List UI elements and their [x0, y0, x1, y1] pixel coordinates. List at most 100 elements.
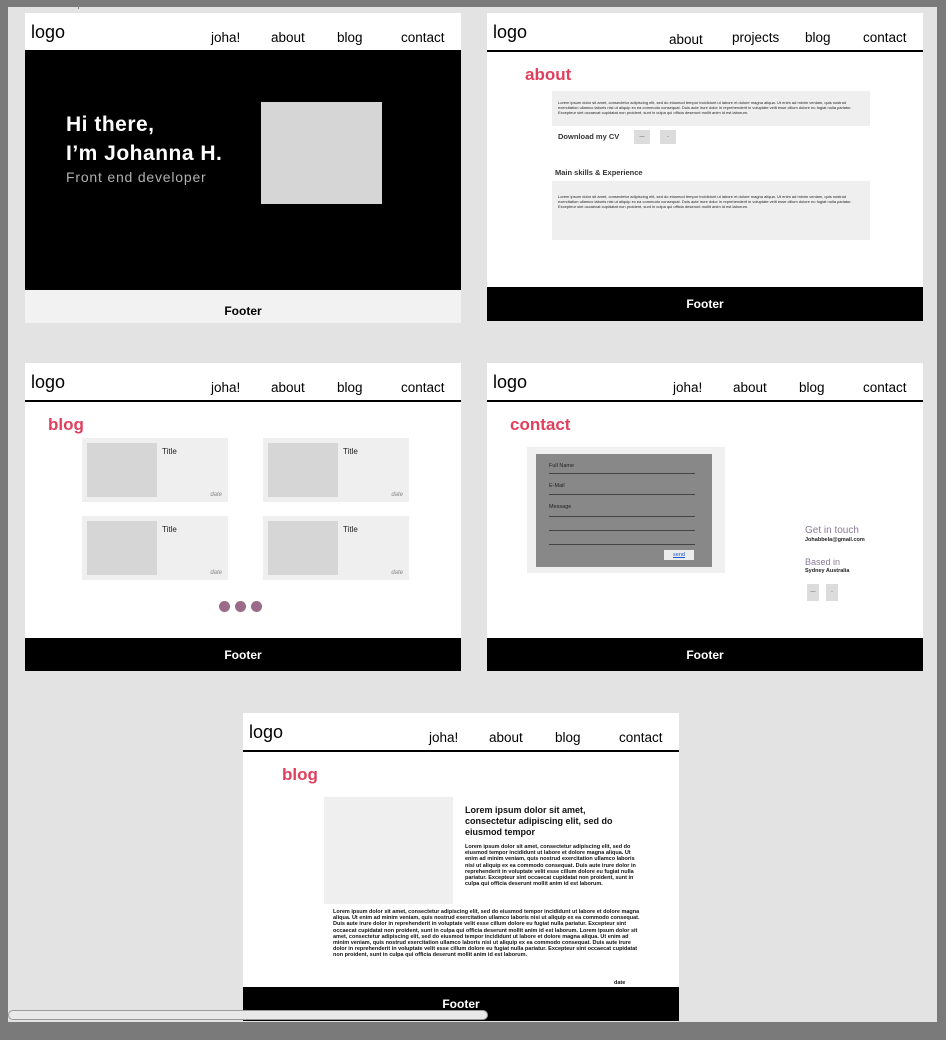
footer: Footer — [487, 287, 923, 321]
message-field-line-2[interactable] — [549, 530, 695, 531]
nav-blog[interactable]: blog — [337, 30, 363, 45]
logo[interactable]: logo — [31, 22, 65, 43]
card-title: Title — [343, 447, 358, 456]
post-headline: Lorem ipsum dolor sit amet, consectetur … — [465, 805, 613, 837]
get-in-touch-heading: Get in touch — [805, 525, 859, 536]
email-field[interactable] — [549, 494, 695, 495]
nav-contact[interactable]: contact — [863, 380, 907, 395]
hero-line-2: I’m Johanna H. — [66, 142, 223, 165]
footer-label: Footer — [442, 997, 480, 1011]
message-field-line-1[interactable] — [549, 516, 695, 517]
frame-contact: logo joha! about blog contact contact Fu… — [487, 363, 923, 671]
nav-projects[interactable]: projects — [732, 30, 779, 45]
nav-blog[interactable]: blog — [555, 730, 581, 745]
card-image — [87, 521, 157, 575]
nav-blog[interactable]: blog — [799, 380, 825, 395]
cv-button-2[interactable]: - — [660, 130, 676, 144]
footer-label: Footer — [224, 304, 262, 318]
nav-about[interactable]: about — [271, 380, 305, 395]
hero-line-1: Hi there, — [66, 113, 155, 136]
footer: Footer — [487, 638, 923, 671]
frame-blog-post: logo joha! about blog contact blog Lorem… — [243, 713, 679, 1021]
logo[interactable]: logo — [493, 22, 527, 43]
blog-card[interactable]: Title date — [263, 438, 409, 502]
nav-divider — [487, 400, 923, 402]
footer-label: Footer — [686, 648, 724, 662]
post-side-paragraph: Lorem ipsum dolor sit amet, consectetur … — [465, 844, 636, 888]
message-label: Message — [549, 504, 572, 510]
page-title: blog — [282, 765, 318, 784]
send-button[interactable]: send — [664, 550, 694, 560]
post-body-paragraph: Lorem ipsum dolor sit amet, consectetur … — [333, 909, 640, 959]
nav-blog[interactable]: blog — [805, 30, 831, 45]
horizontal-scrollbar[interactable] — [8, 1010, 488, 1020]
nav-about[interactable]: about — [733, 380, 767, 395]
page-title: blog — [48, 415, 84, 434]
frame-home: logo joha! about blog contact Hi there, … — [25, 13, 461, 323]
pagination-dot[interactable] — [251, 601, 262, 612]
nav-divider — [487, 50, 923, 52]
pagination-dot[interactable] — [219, 601, 230, 612]
blog-card[interactable]: Title date — [263, 516, 409, 580]
card-image — [268, 521, 338, 575]
nav-contact[interactable]: contact — [863, 30, 907, 45]
nav-joha[interactable]: joha! — [211, 30, 240, 45]
logo[interactable]: logo — [31, 372, 65, 393]
card-title: Title — [162, 447, 177, 456]
post-image-placeholder — [324, 797, 453, 904]
location: Sydney Australia — [805, 568, 850, 574]
card-date: date — [210, 570, 222, 576]
nav-joha[interactable]: joha! — [211, 380, 240, 395]
nav-about[interactable]: about — [489, 730, 523, 745]
about-text: Lorem ipsum dolor sit amet, consectetur … — [558, 100, 852, 115]
hero-image-placeholder — [261, 102, 382, 204]
nav-divider — [243, 750, 679, 752]
email-label: E-Mail — [549, 483, 565, 489]
about-text-box: Lorem ipsum dolor sit amet, consectetur … — [552, 91, 870, 126]
card-image — [87, 443, 157, 497]
nav-blog[interactable]: blog — [337, 380, 363, 395]
page-title: about — [525, 65, 572, 84]
skills-heading: Main skills & Experience — [555, 168, 643, 177]
skills-box: Lorem ipsum dolor sit amet, consectetur … — [552, 181, 870, 240]
nav-about[interactable]: about — [271, 30, 305, 45]
contact-email[interactable]: Johabbela@gmail.com — [805, 537, 865, 543]
nav-contact[interactable]: contact — [401, 30, 445, 45]
based-in-heading: Based in — [805, 557, 841, 567]
full-name-field[interactable] — [549, 473, 695, 474]
contact-form-container: Full Name E-Mail Message send — [527, 447, 725, 573]
card-title: Title — [162, 525, 177, 534]
footer: Footer — [25, 290, 461, 323]
card-date: date — [391, 492, 403, 498]
nav-contact[interactable]: contact — [619, 730, 663, 745]
card-title: Title — [343, 525, 358, 534]
page-title: contact — [510, 415, 571, 434]
nav-joha[interactable]: joha! — [673, 380, 702, 395]
pagination-dot[interactable] — [235, 601, 246, 612]
post-date: date — [614, 980, 626, 986]
hero-title: Hi there, I’m Johanna H. — [66, 110, 222, 168]
full-name-label: Full Name — [549, 463, 575, 469]
footer-label: Footer — [224, 648, 262, 662]
hero-subtitle: Front end developer — [66, 169, 207, 185]
download-cv-label: Download my CV — [558, 132, 620, 141]
blog-card[interactable]: Title date — [82, 438, 228, 502]
blog-card[interactable]: Title date — [82, 516, 228, 580]
skills-text: Lorem ipsum dolor sit amet, consectetur … — [558, 194, 852, 209]
frame-blog: logo joha! about blog contact blog Title… — [25, 363, 461, 671]
canvas-tick — [78, 5, 79, 9]
footer-label: Footer — [686, 297, 724, 311]
nav-joha[interactable]: joha! — [429, 730, 458, 745]
logo[interactable]: logo — [493, 372, 527, 393]
social-button-2[interactable]: - — [826, 584, 838, 601]
footer: Footer — [25, 638, 461, 671]
social-button-1[interactable]: — — [807, 584, 819, 601]
nav-contact[interactable]: contact — [401, 380, 445, 395]
nav-about[interactable]: about — [669, 32, 703, 47]
card-date: date — [210, 492, 222, 498]
card-date: date — [391, 570, 403, 576]
frame-about: logo about projects blog contact about L… — [487, 13, 923, 321]
message-field-line-3[interactable] — [549, 544, 695, 545]
cv-button-1[interactable]: — — [634, 130, 650, 144]
logo[interactable]: logo — [249, 722, 283, 743]
